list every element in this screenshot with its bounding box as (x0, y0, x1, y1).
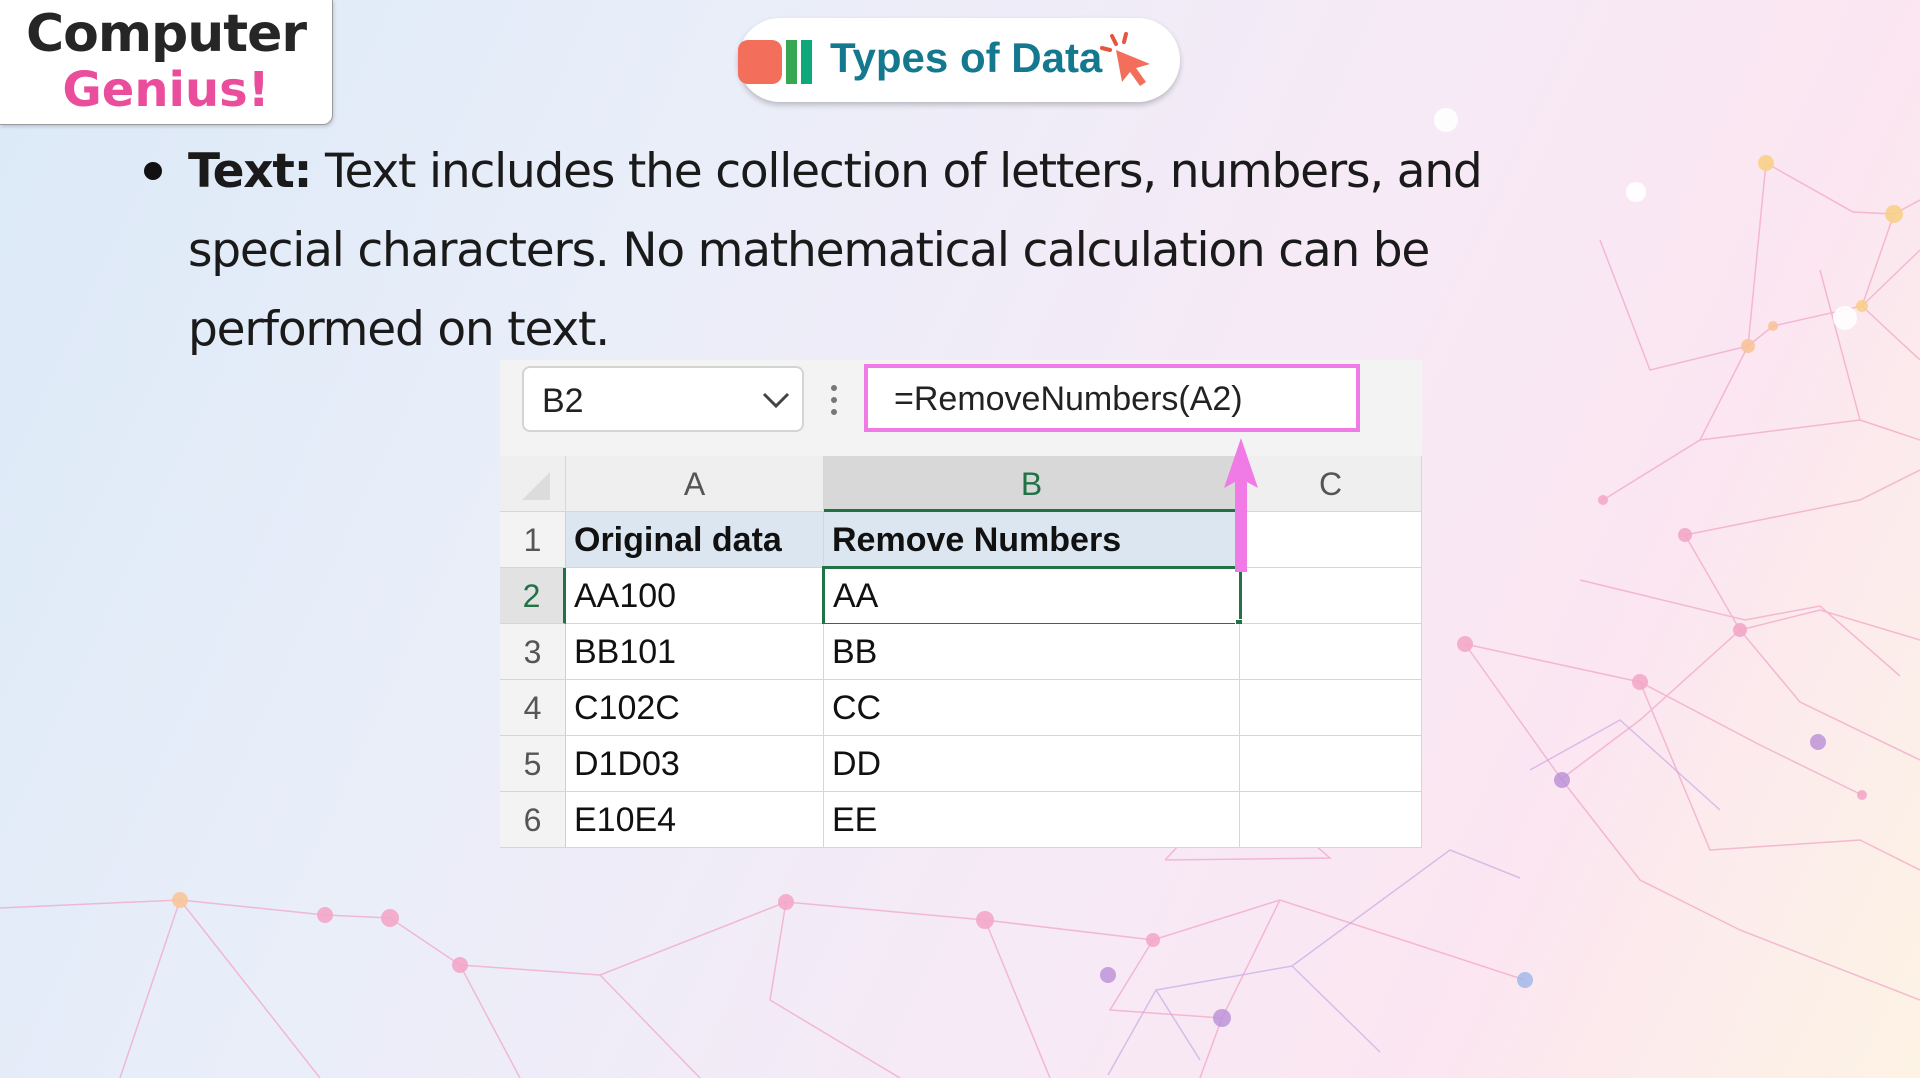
cell-a1[interactable]: Original data (566, 512, 824, 568)
cell-b4[interactable]: CC (824, 680, 1240, 736)
column-header-c[interactable]: C (1240, 456, 1422, 512)
name-box[interactable]: B2 (522, 366, 804, 432)
cell-b5[interactable]: DD (824, 736, 1240, 792)
bar-chart-icon (738, 40, 812, 84)
formula-value: =RemoveNumbers(A2) (894, 380, 1243, 418)
row-header[interactable]: 6 (500, 792, 566, 848)
name-box-value: B2 (542, 382, 584, 420)
spreadsheet-grid: A B C 1 Original data Remove Numbers 2 A… (500, 456, 1422, 848)
row-header[interactable]: 1 (500, 512, 566, 568)
annotation-arrow-icon (1224, 438, 1258, 572)
vertical-dots-icon (831, 385, 837, 415)
cell-c3[interactable] (1240, 624, 1422, 680)
cell-c2[interactable] (1242, 568, 1422, 624)
cell-b1[interactable]: Remove Numbers (824, 512, 1240, 568)
excel-screenshot: B2 =RemoveNumbers(A2) A B C 1 Original d… (500, 360, 1422, 848)
cell-c4[interactable] (1240, 680, 1422, 736)
logo-line-2: Genius! (62, 62, 270, 118)
row-header[interactable]: 4 (500, 680, 566, 736)
computer-genius-logo: Computer Genius! (0, 0, 333, 125)
logo-line-1: Computer (25, 4, 307, 64)
cell-b2-selected[interactable]: AA (822, 566, 1242, 626)
cell-c1[interactable] (1240, 512, 1422, 568)
row-header[interactable]: 5 (500, 736, 566, 792)
column-header-a[interactable]: A (566, 456, 824, 512)
chevron-down-icon[interactable] (760, 390, 792, 410)
cursor-click-icon (1100, 32, 1150, 86)
cell-c5[interactable] (1240, 736, 1422, 792)
row-header[interactable]: 2 (500, 568, 566, 624)
cell-b3[interactable]: BB (824, 624, 1240, 680)
formula-bar[interactable]: =RemoveNumbers(A2) (864, 364, 1360, 432)
cell-a5[interactable]: D1D03 (566, 736, 824, 792)
column-header-b[interactable]: B (824, 456, 1240, 512)
bullet-description: Text includes the collection of letters,… (188, 144, 1483, 357)
slide-title: Types of Data (830, 34, 1103, 81)
row-header[interactable]: 3 (500, 624, 566, 680)
select-all-triangle-icon (522, 472, 550, 500)
cell-b6[interactable]: EE (824, 792, 1240, 848)
cell-a3[interactable]: BB101 (566, 624, 824, 680)
bullet-point (144, 162, 162, 180)
cell-c6[interactable] (1240, 792, 1422, 848)
cell-a2[interactable]: AA100 (566, 568, 824, 624)
cell-a4[interactable]: C102C (566, 680, 824, 736)
cell-a6[interactable]: E10E4 (566, 792, 824, 848)
select-all-corner[interactable] (500, 456, 566, 512)
title-badge: Types of Data (738, 18, 1180, 102)
bullet-term: Text: (188, 144, 312, 199)
bullet-text: Text: Text includes the collection of le… (188, 132, 1648, 369)
